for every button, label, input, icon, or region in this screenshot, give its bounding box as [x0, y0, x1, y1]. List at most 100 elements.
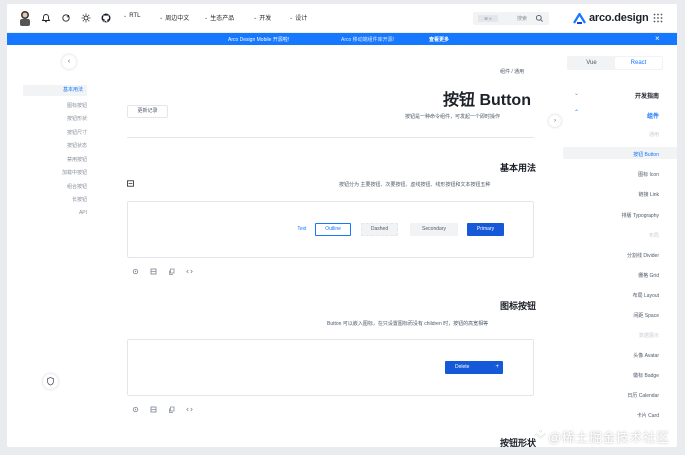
nav-rtl[interactable]: ⌄ RTL	[123, 13, 140, 19]
anchor-item[interactable]: 按钮形状	[27, 115, 87, 122]
search-shortcut: ⌘ K	[478, 15, 498, 22]
nav-group-label: 数据展示	[638, 333, 659, 339]
feedback-button[interactable]	[43, 374, 58, 389]
anchor-item[interactable]: 组合按钮	[27, 183, 87, 190]
nav-design[interactable]: ⌄ 设计	[289, 13, 308, 23]
nav-item[interactable]: 日历 Calendar	[627, 392, 659, 399]
copy-icon[interactable]	[168, 268, 175, 275]
close-icon[interactable]: ×	[655, 34, 660, 43]
nav-item[interactable]: 布局 Layout	[633, 292, 659, 299]
nav-item[interactable]: 头像 Avatar	[633, 352, 659, 359]
text-button[interactable]: Text	[295, 223, 309, 236]
nav-item[interactable]: 组件	[647, 111, 659, 120]
browser-page: ⌄ RTL ⌄ 周边中文 ⌄ 生态产品 ⌄ 开发 ⌄ 设计 ⌘ K 搜索 arco.des…	[7, 4, 677, 447]
main-content: 组件 / 通用 按钮 Button 按钮是一种命令组件，可发起一个即时操作 更新…	[117, 46, 537, 447]
chevron-down-icon: ⌄	[204, 14, 209, 21]
nav-item[interactable]: 图标 Icon	[638, 171, 659, 178]
refresh-icon[interactable]	[61, 13, 71, 23]
anchor-item[interactable]: 加载中按钮	[27, 169, 87, 176]
anchor-item[interactable]: 图标按钮	[27, 102, 87, 109]
chevron-up-icon: ⌃	[574, 110, 580, 116]
copy-icon[interactable]	[168, 406, 175, 413]
plus-icon: +	[495, 364, 499, 370]
arco-logo[interactable]: arco.design	[573, 12, 649, 24]
demo-toolbar	[132, 406, 193, 413]
anchor-item[interactable]: 按钮状态	[27, 142, 87, 149]
banner-subtext: Arco 移动端组件库开源!	[341, 37, 395, 43]
chevron-down-icon: ⌄	[574, 91, 580, 97]
github-icon[interactable]	[101, 13, 111, 23]
anchor-item[interactable]: 按钮尺寸	[27, 129, 87, 136]
announcement-banner: Arco Design Mobile 开源啦! Arco 移动端组件库开源! 查…	[7, 33, 677, 45]
code-icon[interactable]	[186, 268, 193, 275]
shield-icon	[47, 377, 54, 386]
nav-language-label: 周边中文	[165, 16, 190, 22]
chevron-down-icon: ⌄	[123, 13, 128, 19]
chevron-down-icon: ⌄	[253, 14, 258, 21]
watermark: @稀土掘金技术社区	[548, 430, 670, 445]
nav-ecosystem[interactable]: ⌄ 生态产品	[204, 13, 235, 23]
active-item-highlight	[563, 147, 677, 159]
dashed-button[interactable]: Dashed	[361, 223, 398, 236]
settings-icon[interactable]	[132, 268, 139, 275]
banner-link[interactable]: 查看更多	[429, 36, 449, 43]
nav-item[interactable]: 按钮 Button	[633, 151, 659, 158]
anchor-item[interactable]: API	[27, 210, 87, 216]
user-avatar[interactable]	[17, 9, 33, 27]
search-input[interactable]: ⌘ K 搜索	[473, 12, 549, 25]
section-title-basic: 基本用法	[500, 163, 537, 173]
nav-item[interactable]: 排版 Typography	[621, 212, 659, 219]
nav-group-label: 布局	[648, 233, 659, 239]
primary-button[interactable]: Primary	[467, 223, 504, 236]
section-desc-basic: 按钮分为 主要按钮、次要按钮、虚线按钮、线形按钮和文本按钮五种	[339, 182, 491, 188]
page-title: 按钮 Button	[443, 92, 531, 109]
tab-vue[interactable]: Vue	[568, 57, 615, 69]
secondary-button[interactable]: Secondary	[410, 223, 458, 236]
bell-icon[interactable]	[41, 13, 51, 23]
component-nav: Vue React ⌄ ⌃ 开发指南组件通用按钮 Button 图标 Icon 链接…	[555, 46, 677, 447]
nav-item[interactable]: 卡片 Card	[637, 412, 659, 419]
nav-item[interactable]: 间距 Space	[633, 312, 659, 319]
keyboard-icon[interactable]	[127, 180, 134, 187]
demo-box-icon: Delete +	[127, 339, 534, 396]
delete-button[interactable]: Delete +	[445, 361, 503, 374]
apps-grid-icon[interactable]	[653, 13, 663, 23]
nav-group-label: 通用	[648, 132, 659, 138]
codepen-icon[interactable]	[150, 406, 157, 413]
nav-rtl-label: RTL	[129, 13, 141, 19]
nav-item[interactable]: 开发指南	[635, 91, 659, 100]
anchor-item[interactable]: 长按钮	[27, 196, 87, 203]
collapse-sidebar-button[interactable]: ‹	[62, 55, 76, 69]
anchor-item[interactable]: 基本用法	[23, 85, 87, 96]
nav-item[interactable]: 分割线 Divider	[627, 252, 659, 259]
tab-react[interactable]: React	[615, 57, 662, 69]
nav-develop[interactable]: ⌄ 开发	[253, 13, 272, 23]
anchor-item[interactable]: 禁用按钮	[27, 156, 87, 163]
codepen-icon[interactable]	[150, 268, 157, 275]
framework-tabs: Vue React	[567, 56, 663, 70]
nav-design-label: 设计	[295, 16, 308, 22]
section-title-shape: 按钮形状	[500, 438, 537, 447]
demo-toolbar	[132, 268, 193, 275]
juejin-logo-icon	[535, 429, 546, 439]
search-icon	[535, 14, 543, 22]
nav-ecosystem-label: 生态产品	[210, 16, 235, 22]
outline-button[interactable]: Outline	[315, 223, 351, 236]
nav-language[interactable]: ⌄ 周边中文	[159, 13, 190, 23]
code-icon[interactable]	[186, 406, 193, 413]
chevron-left-icon: ‹	[67, 58, 71, 65]
nav-item[interactable]: 栅格 Grid	[638, 272, 659, 279]
settings-icon[interactable]	[132, 406, 139, 413]
logo-text: arco.design	[589, 12, 649, 24]
sun-icon[interactable]	[81, 13, 91, 23]
nav-item[interactable]: 徽标 Badge	[633, 372, 659, 379]
chevron-down-icon: ⌄	[159, 14, 164, 21]
changelog-button[interactable]: 更新记录	[127, 105, 168, 118]
section-desc-icon: Button 可以嵌入图标，在只设置图标而没有 children 时，按钮的高宽…	[327, 321, 489, 327]
nav-item[interactable]: 链接 Link	[638, 191, 659, 198]
demo-box-basic: Text Outline Dashed Secondary Primary	[127, 201, 534, 258]
nav-develop-label: 开发	[259, 16, 272, 22]
search-placeholder: 搜索	[517, 16, 528, 22]
section-title-icon: 图标按钮	[500, 301, 537, 311]
chevron-down-icon: ⌄	[289, 14, 294, 21]
